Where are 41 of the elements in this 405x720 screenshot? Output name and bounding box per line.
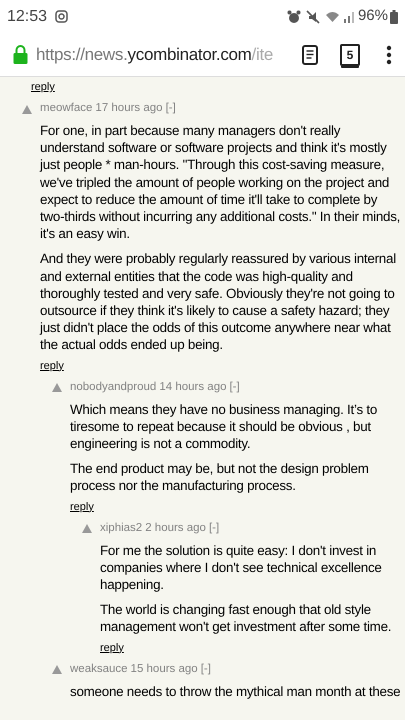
comment-username[interactable]: meowface [40, 100, 92, 118]
comment-text: Which means they have no business managing. It’s to tiresome to repeat because it should be obvious , but engineering is not a commodity. [70, 400, 378, 452]
comment-text: someone needs to throw the mythical man month at these [70, 682, 402, 700]
mute-icon [306, 10, 320, 24]
battery-percent: 96% [358, 6, 388, 26]
comment-username[interactable]: nobodyandproud [70, 379, 156, 396]
signal-icon [342, 10, 355, 22]
comment-text: The end product may be, but not the design problem process nor the manufacturing process. [70, 460, 370, 495]
comment-age[interactable]: 14 hours ago [159, 379, 226, 396]
collapse-toggle[interactable]: [-] [229, 379, 240, 396]
comment-text: For one, in part because many managers don't really understand software or software projects and think it's mostly just people * man-hours. "Through this cost-saving measure, we've tripled the amount of people working on the project and expect to reduce the amount of time it'll take to complete by two-thirds without incurring any additional costs." In their minds, it's an easy win. [40, 122, 402, 242]
reply-link[interactable]: reply [100, 642, 124, 654]
menu-icon[interactable] [386, 44, 392, 64]
comment-text: For me the solution is quite easy: I don't invest in companies where I don't see technical excellence happening. [100, 542, 383, 594]
reader-mode-icon[interactable] [302, 44, 318, 64]
url-path: /ite [252, 44, 274, 66]
reply-link[interactable]: reply [70, 500, 94, 513]
camera-icon [55, 10, 68, 23]
wifi-icon [324, 10, 340, 22]
collapse-toggle[interactable]: [-] [208, 520, 220, 538]
upvote-icon[interactable] [82, 524, 92, 534]
battery-icon [390, 10, 398, 24]
upvote-icon[interactable] [52, 665, 62, 674]
comment-age[interactable]: 15 hours ago [130, 661, 198, 678]
reply-link[interactable]: reply [40, 360, 64, 372]
comment-username[interactable]: xiphias2 [100, 520, 142, 538]
lock-icon [13, 45, 28, 64]
comment-age[interactable]: 17 hours ago [95, 100, 163, 118]
clock: 12:53 [7, 6, 48, 26]
comment-text: The world is changing fast enough that old style management won't get investment after some time. [100, 601, 392, 636]
url-domain: ycombinator.com [128, 44, 252, 66]
url-scheme: https://news. [36, 44, 128, 66]
collapse-toggle[interactable]: [-] [200, 661, 211, 678]
comment-text: And they were probably regularly reassured by various internal and external entities that the code was high-quality and thoroughly tested and very safe. Obviously they're not going to outsource if they think it's likely to cause a safety hazard; they just didn't place the odds of this outcome anywhere near what the actual odds ended up being. [40, 250, 397, 354]
upvote-icon[interactable] [22, 104, 32, 114]
collapse-toggle[interactable]: [-] [166, 100, 176, 118]
comment-age[interactable]: 2 hours ago [145, 520, 206, 538]
reply-link[interactable]: reply [31, 81, 55, 94]
comment-username[interactable]: weaksauce [70, 661, 128, 678]
tab-count-button[interactable]: 5 [340, 44, 360, 66]
upvote-icon[interactable] [52, 383, 62, 392]
